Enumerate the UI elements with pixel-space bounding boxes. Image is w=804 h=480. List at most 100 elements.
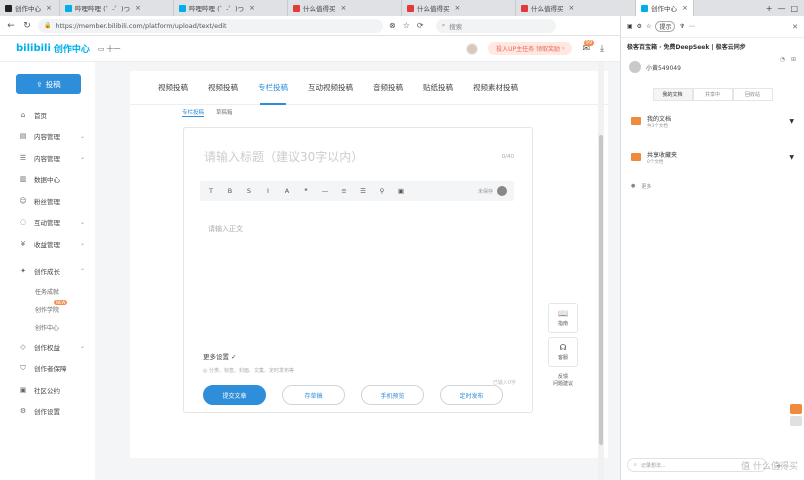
more-settings-toggle[interactable]: 更多设置 ✓: [203, 351, 237, 361]
heading-icon[interactable]: T: [207, 187, 215, 195]
tab-trash[interactable]: 回收站: [732, 88, 773, 101]
divider-icon[interactable]: —: [321, 187, 329, 195]
sidebar-item[interactable]: ▥ 数据中心: [0, 169, 95, 191]
sidebar-subitem[interactable]: 任务成就: [0, 282, 95, 300]
settings-dot-icon[interactable]: [497, 186, 507, 196]
browser-tab[interactable]: 创作中心 ×: [636, 0, 694, 16]
folder-item[interactable]: 共享收藏夹 0个文档 ▼: [621, 141, 804, 173]
font-color-icon[interactable]: A: [283, 187, 291, 195]
panel-more[interactable]: ● 更多: [621, 179, 804, 193]
upload-type-tab[interactable]: 互动视频投稿: [298, 71, 363, 105]
feedback-button[interactable]: 反馈 问题建议: [541, 373, 585, 387]
sidebar-item[interactable]: ☰ 内容管理 ⌄: [0, 147, 95, 169]
grid-icon[interactable]: ⊞: [791, 56, 796, 63]
sidebar-subitem[interactable]: 创作学院 NEW: [0, 300, 95, 318]
save-draft-button[interactable]: 存草稿: [282, 385, 345, 405]
browser-tab[interactable]: 什么值得买 ×: [288, 0, 402, 16]
star-icon[interactable]: ☆: [403, 21, 410, 30]
url-field[interactable]: 🔒 https://member.bilibili.com/platform/u…: [38, 18, 383, 33]
caret-down-icon[interactable]: ▼: [789, 154, 794, 161]
list-icon[interactable]: ☰: [359, 187, 367, 195]
link-icon[interactable]: ⚲: [378, 187, 386, 195]
back-icon[interactable]: ←: [6, 21, 16, 31]
publish-button[interactable]: 提交文章: [203, 385, 266, 405]
bold-icon[interactable]: B: [226, 187, 234, 195]
sidebar-item[interactable]: ¥ 收益管理 ⌄: [0, 233, 95, 255]
bell-icon[interactable]: ◔: [780, 56, 785, 63]
bilibili-logo[interactable]: bilibili 创作中心: [16, 42, 90, 55]
sidebar-item[interactable]: ⛉ 创作者保障: [0, 358, 95, 380]
body-input[interactable]: 请输入正文: [208, 224, 243, 234]
close-icon[interactable]: ✕: [792, 23, 798, 31]
search-input[interactable]: ⌕ 搜索: [435, 18, 556, 33]
maximize-icon[interactable]: □: [790, 4, 798, 13]
sidebar-subitem[interactable]: 创作中心: [0, 318, 95, 336]
align-icon[interactable]: ≡: [340, 187, 348, 195]
image-icon[interactable]: ▣: [397, 187, 405, 195]
subtab-article[interactable]: 专栏投稿: [182, 108, 205, 117]
upload-type-tab[interactable]: 视频投稿: [148, 71, 198, 105]
browser-tab[interactable]: 哔哩哔哩 (゜-゜)つ ×: [60, 0, 174, 16]
subtab-drafts[interactable]: 草稿箱: [216, 108, 233, 116]
sidebar-item[interactable]: ☺ 粉丝管理: [0, 190, 95, 212]
sidebar-item[interactable]: ▣ 社区公约: [0, 379, 95, 401]
browser-tab[interactable]: 什么值得买 ×: [516, 0, 636, 16]
strikethrough-icon[interactable]: S: [245, 187, 253, 195]
browser-tab[interactable]: 创作中心 ×: [0, 0, 60, 16]
settings-icon[interactable]: ⚙: [637, 23, 642, 30]
avatar[interactable]: [466, 42, 479, 55]
schedule-button[interactable]: 定时发布: [440, 385, 503, 405]
tab-my-docs[interactable]: 我的文档: [652, 88, 693, 101]
close-tab-icon[interactable]: ×: [46, 4, 52, 12]
service-button[interactable]: ☊ 客服: [548, 337, 578, 367]
translate-icon[interactable]: ⊗: [389, 21, 396, 30]
tab-label: 什么值得买: [531, 5, 564, 13]
upload-type-tab[interactable]: 贴纸投稿: [413, 71, 463, 105]
folder-item[interactable]: 我的文档 共3个文档 ▼: [621, 105, 804, 137]
close-tab-icon[interactable]: ×: [135, 4, 141, 12]
close-tab-icon[interactable]: ×: [569, 4, 575, 12]
tv-link[interactable]: ▭ 十一: [98, 44, 121, 54]
download-icon[interactable]: ⤓: [600, 44, 604, 54]
quote-icon[interactable]: ❝: [302, 187, 310, 195]
sidebar-item[interactable]: ▤ 内容管理 ⌄: [0, 126, 95, 148]
panel-icon[interactable]: ▣: [627, 23, 633, 30]
minimize-icon[interactable]: —: [777, 4, 785, 13]
promo-button[interactable]: 投入UP主任务 领取奖励 ›: [488, 42, 573, 55]
guide-button[interactable]: 📖 指南: [548, 303, 578, 333]
italic-icon[interactable]: I: [264, 187, 272, 195]
sidebar-item[interactable]: ✦ 创作成长 ⌃: [0, 261, 95, 283]
sidebar-item[interactable]: ⚙ 创作设置: [0, 401, 95, 423]
title-input[interactable]: 请输入标题（建议30字以内）: [204, 148, 363, 165]
side-gray-icon[interactable]: [790, 416, 802, 426]
side-tag-icon[interactable]: [790, 404, 802, 414]
more-icon[interactable]: ⋯: [689, 23, 695, 30]
address-bar: ← ↻ 🔒 https://member.bilibili.com/platfo…: [0, 16, 620, 36]
close-tab-icon[interactable]: ×: [682, 4, 688, 12]
upload-type-tab[interactable]: 视频投稿: [198, 71, 248, 105]
upload-type-tab[interactable]: 专栏投稿: [248, 71, 298, 105]
tab-label: 哔哩哔哩 (゜-゜)つ: [75, 5, 130, 13]
user-avatar[interactable]: [629, 61, 641, 73]
sidebar-item[interactable]: ⌂ 首页: [0, 104, 95, 126]
preview-button[interactable]: 手机预览: [361, 385, 424, 405]
bookmark-icon[interactable]: ☆: [646, 23, 651, 30]
caret-down-icon[interactable]: ▼: [789, 118, 794, 125]
sidebar-item[interactable]: ◇ 创作权益 ⌄: [0, 336, 95, 358]
upload-type-tab[interactable]: 视频素材投稿: [463, 71, 528, 105]
reload-icon[interactable]: ↻: [22, 21, 32, 31]
upload-button[interactable]: ⇪ 投稿: [16, 74, 81, 94]
close-tab-icon[interactable]: ×: [249, 4, 255, 12]
extension-icon[interactable]: ⟳: [417, 21, 424, 30]
sidebar-item[interactable]: ◌ 互动管理 ⌄: [0, 212, 95, 234]
close-tab-icon[interactable]: ×: [455, 4, 461, 12]
tree-icon[interactable]: ♆: [679, 23, 684, 30]
browser-tab[interactable]: 哔哩哔哩 (゜-゜)つ ×: [174, 0, 288, 16]
new-tab-icon[interactable]: +: [766, 4, 773, 13]
close-tab-icon[interactable]: ×: [341, 4, 347, 12]
browser-tab[interactable]: 什么值得买 ×: [402, 0, 516, 16]
upload-type-tab[interactable]: 音频投稿: [363, 71, 413, 105]
message-icon[interactable]: ✉ 99: [582, 39, 595, 54]
tab-shared[interactable]: 共享中: [692, 88, 733, 101]
page-scrollbar-thumb[interactable]: [599, 135, 603, 445]
